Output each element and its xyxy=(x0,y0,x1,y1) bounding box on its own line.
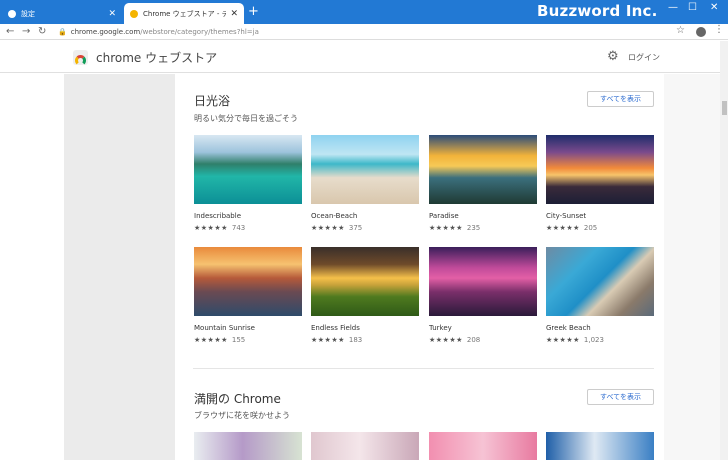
rating-count: 743 xyxy=(231,224,246,232)
theme-rating: ★★★★★ 155 xyxy=(194,336,302,344)
close-window-icon[interactable]: ✕ xyxy=(710,2,718,13)
theme-name[interactable]: City-Sunset xyxy=(546,212,654,220)
theme-name[interactable]: Ocean-Beach xyxy=(311,212,419,220)
theme-name[interactable]: Greek Beach xyxy=(546,324,654,332)
rating-stars-icon: ★★★★★ xyxy=(429,224,463,232)
theme-rating: ★★★★★ 205 xyxy=(546,224,654,232)
tab-webstore[interactable]: Chrome ウェブストア - テーマ ✕ xyxy=(124,3,244,24)
theme-thumbnail[interactable] xyxy=(429,247,537,316)
back-icon[interactable]: ← xyxy=(6,25,14,38)
theme-rating: ★★★★★ 1,023 xyxy=(546,336,654,344)
webstore-logo-icon[interactable] xyxy=(73,50,88,65)
theme-card-paradise[interactable]: Paradise ★★★★★ 235 xyxy=(429,135,537,232)
theme-thumbnail[interactable] xyxy=(546,432,654,460)
view-all-button[interactable]: すべてを表示 xyxy=(587,389,654,405)
scrollbar-thumb[interactable] xyxy=(722,101,727,115)
account-icon[interactable] xyxy=(696,27,706,37)
theme-name[interactable]: Endless Fields xyxy=(311,324,419,332)
view-all-button[interactable]: すべてを表示 xyxy=(587,91,654,107)
theme-thumbnail[interactable] xyxy=(311,432,419,460)
theme-card-endless-fields[interactable]: Endless Fields ★★★★★ 183 xyxy=(311,247,419,344)
section-subtitle: ブラウザに花を咲かせよう xyxy=(194,411,290,420)
section-subtitle: 明るい気分で毎日を過ごそう xyxy=(194,114,298,123)
close-tab-icon[interactable]: ✕ xyxy=(230,9,238,19)
tab-label: 設定 xyxy=(21,9,35,18)
minimize-icon[interactable]: — xyxy=(668,2,678,13)
theme-thumbnail[interactable] xyxy=(546,135,654,204)
section-divider xyxy=(193,368,654,369)
settings-favicon-icon xyxy=(8,9,16,18)
theme-card-turkey[interactable]: Turkey ★★★★★ 208 xyxy=(429,247,537,344)
theme-card-greek-beach[interactable]: Greek Beach ★★★★★ 1,023 xyxy=(546,247,654,344)
login-link[interactable]: ログイン xyxy=(628,52,660,63)
theme-rating: ★★★★★ 208 xyxy=(429,336,537,344)
theme-thumbnail[interactable] xyxy=(194,247,302,316)
rating-count: 235 xyxy=(466,224,481,232)
theme-name[interactable]: Paradise xyxy=(429,212,537,220)
brand-watermark: Buzzword Inc. xyxy=(537,2,658,20)
url-text: chrome.google.com/webstore/category/them… xyxy=(70,28,259,36)
theme-card-mountain-sunrise[interactable]: Mountain Sunrise ★★★★★ 155 xyxy=(194,247,302,344)
right-margin xyxy=(664,74,720,460)
section-title: 日光浴 xyxy=(194,94,231,108)
more-menu-icon[interactable]: ⋮ xyxy=(714,24,724,35)
rating-count: 183 xyxy=(348,336,363,344)
maximize-icon[interactable]: ☐ xyxy=(688,2,697,13)
rating-stars-icon: ★★★★★ xyxy=(194,336,228,344)
gear-icon[interactable]: ⚙ xyxy=(607,49,619,64)
rating-stars-icon: ★★★★★ xyxy=(429,336,463,344)
rating-stars-icon: ★★★★★ xyxy=(546,336,580,344)
theme-card-indescribable[interactable]: Indescribable ★★★★★ 743 xyxy=(194,135,302,232)
theme-name[interactable]: Mountain Sunrise xyxy=(194,324,302,332)
rating-stars-icon: ★★★★★ xyxy=(546,224,580,232)
theme-card-city-sunset[interactable]: City-Sunset ★★★★★ 205 xyxy=(546,135,654,232)
forward-icon[interactable]: → xyxy=(22,25,30,38)
theme-rating: ★★★★★ 183 xyxy=(311,336,419,344)
new-tab-icon[interactable]: + xyxy=(248,4,259,20)
bookmark-star-icon[interactable]: ☆ xyxy=(676,25,685,36)
lock-icon: 🔒 xyxy=(58,28,67,36)
rating-count: 155 xyxy=(231,336,246,344)
theme-name[interactable]: Turkey xyxy=(429,324,537,332)
left-margin xyxy=(64,74,175,460)
tab-label: Chrome ウェブストア - テーマ xyxy=(143,9,227,18)
theme-rating: ★★★★★ 375 xyxy=(311,224,419,232)
theme-card-ocean-beach[interactable]: Ocean-Beach ★★★★★ 375 xyxy=(311,135,419,232)
theme-thumbnail[interactable] xyxy=(311,135,419,204)
theme-thumbnail[interactable] xyxy=(546,247,654,316)
theme-thumbnail[interactable] xyxy=(311,247,419,316)
store-header: chrome ウェブストア ⚙ ログイン xyxy=(0,41,720,73)
theme-thumbnail[interactable] xyxy=(194,432,302,460)
section-title: 満開の Chrome xyxy=(194,392,281,406)
store-title[interactable]: chrome ウェブストア xyxy=(96,49,217,66)
rating-stars-icon: ★★★★★ xyxy=(311,224,345,232)
tab-settings[interactable]: 設定 ✕ xyxy=(2,3,122,24)
rating-count: 375 xyxy=(348,224,363,232)
address-bar[interactable]: 🔒 chrome.google.com/webstore/category/th… xyxy=(58,25,718,39)
close-tab-icon[interactable]: ✕ xyxy=(108,9,116,19)
webstore-favicon-icon xyxy=(130,9,138,18)
theme-rating: ★★★★★ 743 xyxy=(194,224,302,232)
theme-rating: ★★★★★ 235 xyxy=(429,224,537,232)
rating-count: 205 xyxy=(583,224,598,232)
reload-icon[interactable]: ↻ xyxy=(38,25,46,38)
rating-stars-icon: ★★★★★ xyxy=(194,224,228,232)
rating-count: 1,023 xyxy=(583,336,604,344)
theme-name[interactable]: Indescribable xyxy=(194,212,302,220)
rating-count: 208 xyxy=(466,336,481,344)
theme-thumbnail[interactable] xyxy=(429,135,537,204)
theme-thumbnail[interactable] xyxy=(429,432,537,460)
theme-thumbnail[interactable] xyxy=(194,135,302,204)
rating-stars-icon: ★★★★★ xyxy=(311,336,345,344)
